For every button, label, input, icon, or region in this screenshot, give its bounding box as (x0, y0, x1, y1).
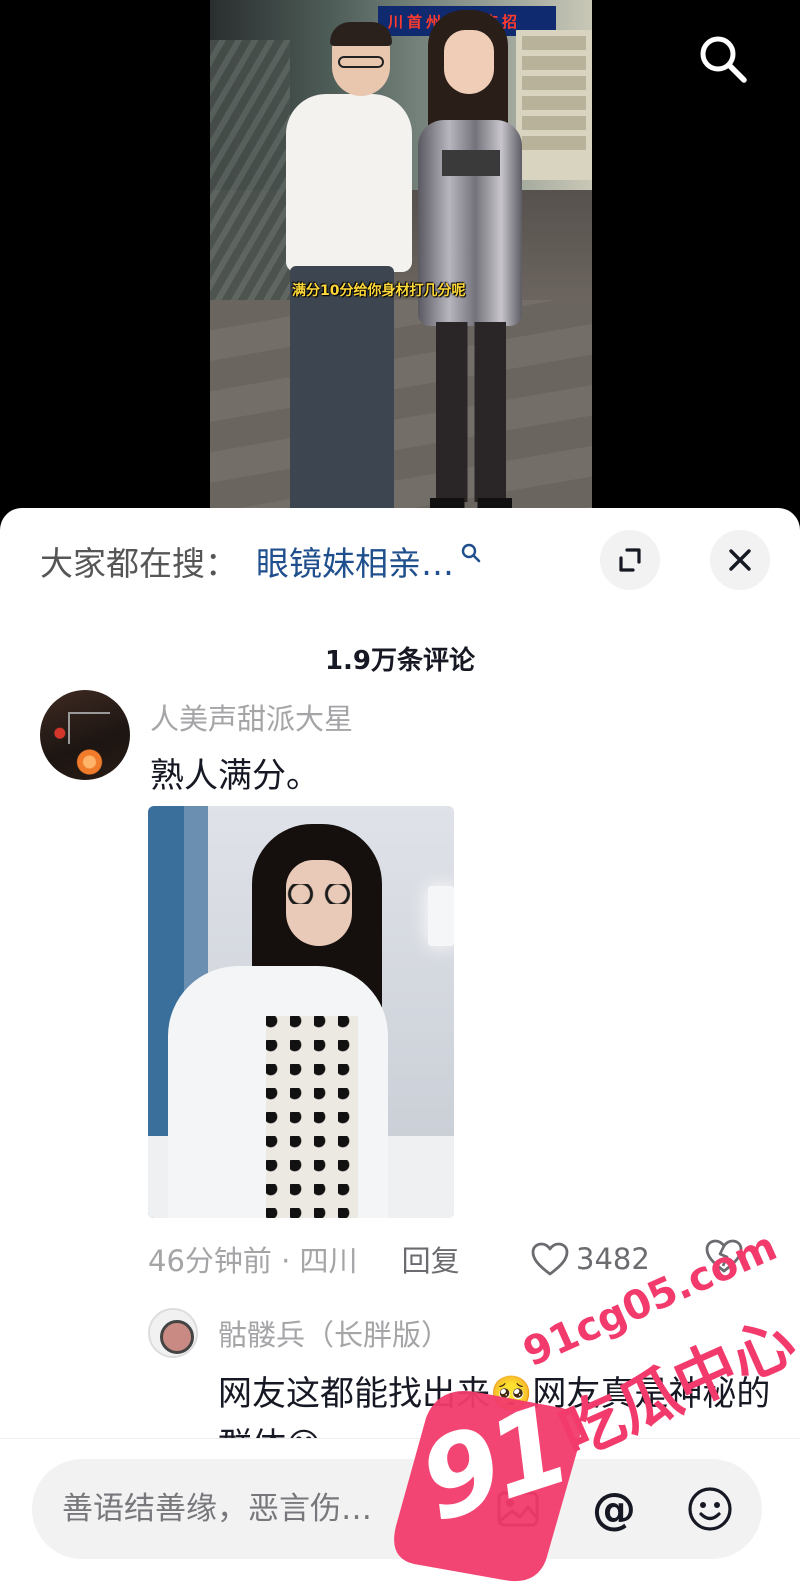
comment-input-pill[interactable]: @ (32, 1459, 762, 1559)
video-person-man (272, 22, 412, 520)
comment-sheet: 大家都在搜： 眼镜妹相亲… 1.9万条评论 人美声甜派大星 熟人满分。 46分钟… (0, 508, 800, 1588)
comment-input[interactable] (62, 1485, 462, 1533)
comment-nickname[interactable]: 人美声甜派大星 (150, 696, 353, 738)
hot-search-prefix: 大家都在搜： (40, 544, 238, 583)
expand-icon (619, 548, 641, 572)
search-icon (461, 543, 481, 563)
censor-mosaic (442, 150, 500, 176)
dislike-button[interactable] (704, 1238, 744, 1278)
search-icon (700, 36, 747, 83)
hot-search-query[interactable]: 眼镜妹相亲… (256, 537, 454, 585)
close-button[interactable] (710, 530, 770, 590)
comment-time-location: 46分钟前 · 四川 (148, 1244, 358, 1278)
comment-input-bar: @ (0, 1438, 800, 1588)
video-frame[interactable]: 川首州办面店招 满分10分给你身材打几分呢 (210, 0, 592, 520)
mention-button[interactable]: @ (586, 1481, 642, 1537)
reply-button[interactable]: 回复 (402, 1238, 460, 1280)
emoji-button[interactable] (682, 1481, 738, 1537)
video-player[interactable]: 川首州办面店招 满分10分给你身材打几分呢 (0, 0, 800, 520)
insert-image-button[interactable] (490, 1481, 546, 1537)
like-button[interactable]: 3482 (530, 1236, 650, 1282)
reply-avatar[interactable] (148, 1308, 198, 1358)
close-icon (729, 549, 751, 571)
comment-meta-row: 46分钟前 · 四川 回复 3482 (148, 1236, 780, 1282)
avatar[interactable] (40, 690, 130, 780)
hot-search-bar[interactable]: 大家都在搜： 眼镜妹相亲… (40, 538, 482, 584)
comment-image[interactable] (148, 806, 454, 1218)
image-icon (497, 1491, 539, 1527)
expand-button[interactable] (600, 530, 660, 590)
video-caption: 满分10分给你身材打几分呢 (292, 283, 466, 299)
emoji-icon (688, 1487, 732, 1531)
comment-text: 熟人满分。 (150, 756, 320, 796)
comment-count: 1.9万条评论 (324, 646, 476, 676)
like-count: 3482 (576, 1242, 650, 1276)
heart-icon (531, 1242, 569, 1276)
broken-heart-icon (705, 1239, 743, 1273)
video-person-woman (400, 10, 530, 520)
search-button[interactable] (694, 30, 750, 86)
reply-nickname[interactable]: 骷髅兵（长胖版） (218, 1312, 450, 1354)
